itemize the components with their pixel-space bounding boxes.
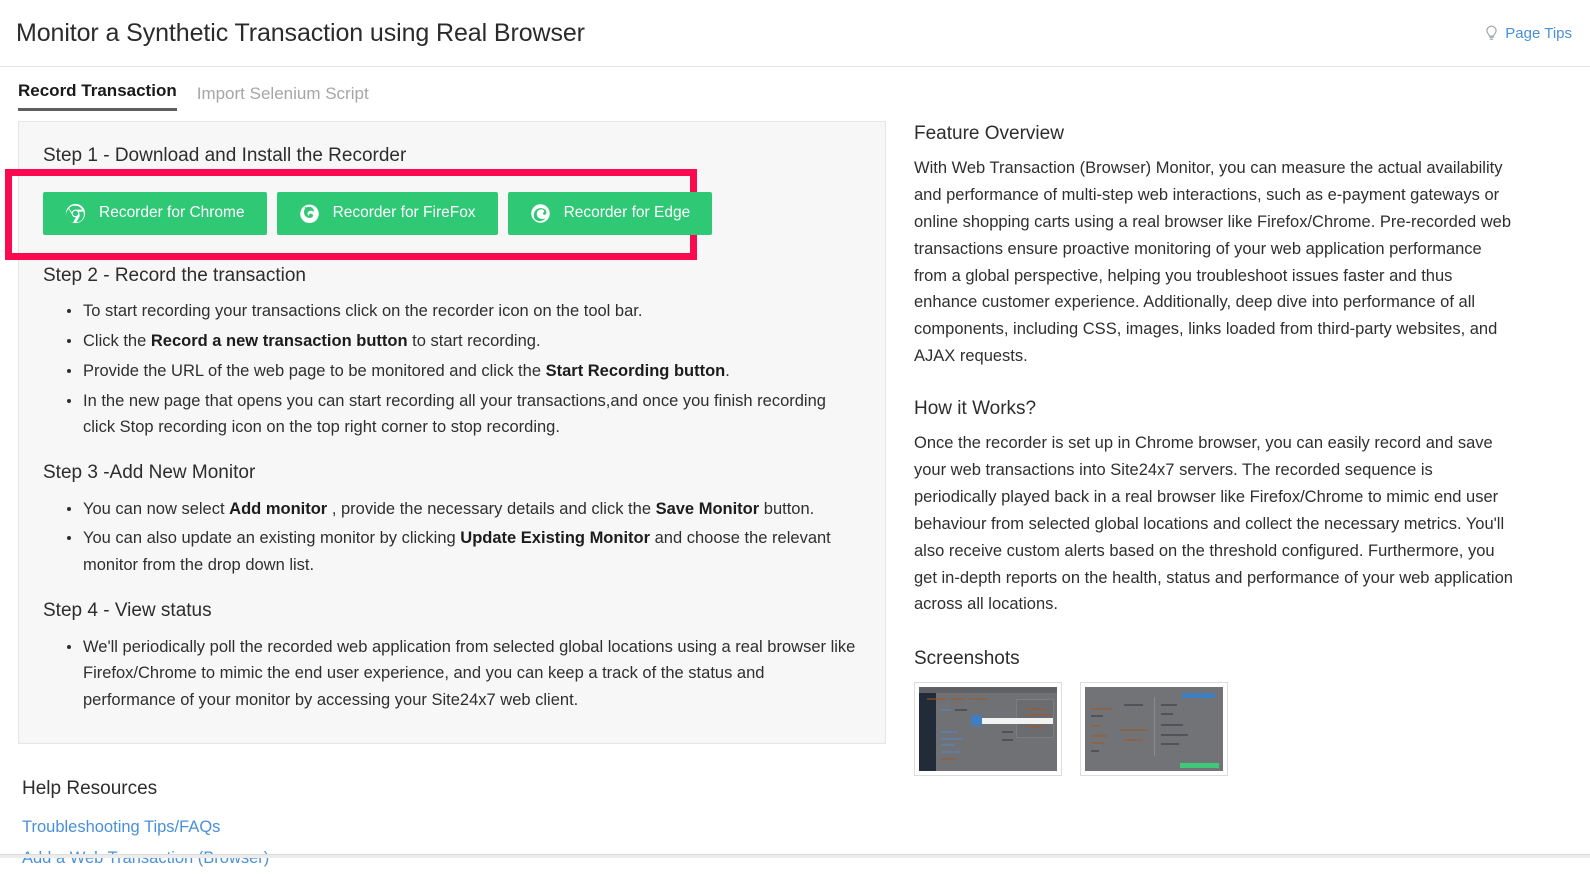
firefox-icon — [299, 203, 320, 224]
help-link-troubleshooting[interactable]: Troubleshooting Tips/FAQs — [22, 812, 886, 843]
tab-bar: Record Transaction Import Selenium Scrip… — [0, 67, 1590, 111]
step-3-block: Step 3 -Add New Monitor You can now sele… — [43, 461, 861, 579]
step-3-heading: Step 3 -Add New Monitor — [43, 461, 861, 486]
left-column: Step 1 - Download and Install the Record… — [18, 111, 886, 874]
help-resources-title: Help Resources — [22, 778, 886, 800]
list-item-text: In the new page that opens you can start… — [83, 392, 826, 437]
window-bottom-edge — [0, 854, 1590, 858]
list-item-emphasis: Record a new transaction button — [151, 332, 408, 350]
list-item-text-mid: , provide the necessary details and clic… — [327, 500, 655, 518]
step-4-block: Step 4 - View status We'll periodically … — [43, 599, 861, 714]
step-1-block: Step 1 - Download and Install the Record… — [43, 144, 861, 244]
step-2-heading: Step 2 - Record the transaction — [43, 264, 861, 289]
list-item-emphasis: Start Recording button — [546, 362, 726, 380]
list-item-emphasis-2: Save Monitor — [656, 500, 760, 518]
step-2-block: Step 2 - Record the transaction To start… — [43, 264, 861, 441]
list-item-text: We'll periodically poll the recorded web… — [83, 638, 855, 709]
how-it-works-text: Once the recorder is set up in Chrome br… — [914, 430, 1514, 618]
step-4-list: We'll periodically poll the recorded web… — [43, 634, 861, 714]
page-tips-label: Page Tips — [1505, 25, 1572, 42]
content-area: Step 1 - Download and Install the Record… — [0, 111, 1590, 874]
recorder-for-chrome-label: Recorder for Chrome — [99, 204, 245, 222]
list-item-text: You can now select — [83, 500, 229, 518]
screenshots-title: Screenshots — [914, 648, 1550, 670]
list-item-text-tail: button. — [759, 500, 814, 518]
list-item-emphasis: Update Existing Monitor — [460, 529, 650, 547]
step-4-heading: Step 4 - View status — [43, 599, 861, 624]
recorder-download-buttons: Recorder for Chrome Recorder for FireF — [43, 192, 861, 235]
page-header: Monitor a Synthetic Transaction using Re… — [0, 0, 1590, 67]
feature-overview-title: Feature Overview — [914, 123, 1550, 145]
right-column: Feature Overview With Web Transaction (B… — [886, 111, 1590, 776]
tab-import-selenium-script[interactable]: Import Selenium Script — [197, 84, 369, 111]
recorder-for-chrome-button[interactable]: Recorder for Chrome — [43, 192, 267, 235]
recorder-for-firefox-button[interactable]: Recorder for FireFox — [277, 192, 498, 235]
list-item: Click the Record a new transaction butto… — [83, 328, 861, 355]
recorder-for-edge-label: Recorder for Edge — [564, 204, 691, 222]
list-item: To start recording your transactions cli… — [83, 298, 861, 325]
chrome-icon — [65, 203, 86, 224]
recorder-for-edge-button[interactable]: Recorder for Edge — [508, 192, 713, 235]
edge-icon — [530, 203, 551, 224]
how-it-works-title: How it Works? — [914, 398, 1550, 420]
list-item: You can now select Add monitor , provide… — [83, 496, 861, 523]
screenshot-thumbnail-2[interactable] — [1080, 682, 1228, 776]
list-item-text-tail: . — [725, 362, 730, 380]
screenshot-thumbnail-1[interactable] — [914, 682, 1062, 776]
step-2-list: To start recording your transactions cli… — [43, 298, 861, 441]
list-item: You can also update an existing monitor … — [83, 525, 861, 578]
lightbulb-icon — [1484, 25, 1499, 42]
recorder-for-firefox-label: Recorder for FireFox — [333, 204, 476, 222]
steps-panel: Step 1 - Download and Install the Record… — [18, 121, 886, 744]
list-item-text: Click the — [83, 332, 151, 350]
page-title: Monitor a Synthetic Transaction using Re… — [16, 19, 585, 48]
list-item: We'll periodically poll the recorded web… — [83, 634, 861, 714]
help-link-add-web-transaction[interactable]: Add a Web Transaction (Browser) — [22, 843, 886, 874]
step-3-list: You can now select Add monitor , provide… — [43, 496, 861, 579]
list-item-text: You can also update an existing monitor … — [83, 529, 460, 547]
feature-overview-text: With Web Transaction (Browser) Monitor, … — [914, 155, 1514, 370]
tab-record-transaction[interactable]: Record Transaction — [18, 81, 177, 111]
list-item: Provide the URL of the web page to be mo… — [83, 358, 861, 385]
list-item: In the new page that opens you can start… — [83, 388, 861, 441]
step-1-heading: Step 1 - Download and Install the Record… — [43, 144, 861, 169]
list-item-text-tail: to start recording. — [408, 332, 541, 350]
list-item-text: Provide the URL of the web page to be mo… — [83, 362, 546, 380]
list-item-emphasis: Add monitor — [229, 500, 327, 518]
list-item-text: To start recording your transactions cli… — [83, 302, 642, 320]
page-tips-link[interactable]: Page Tips — [1484, 25, 1572, 42]
screenshots-row — [914, 682, 1550, 776]
